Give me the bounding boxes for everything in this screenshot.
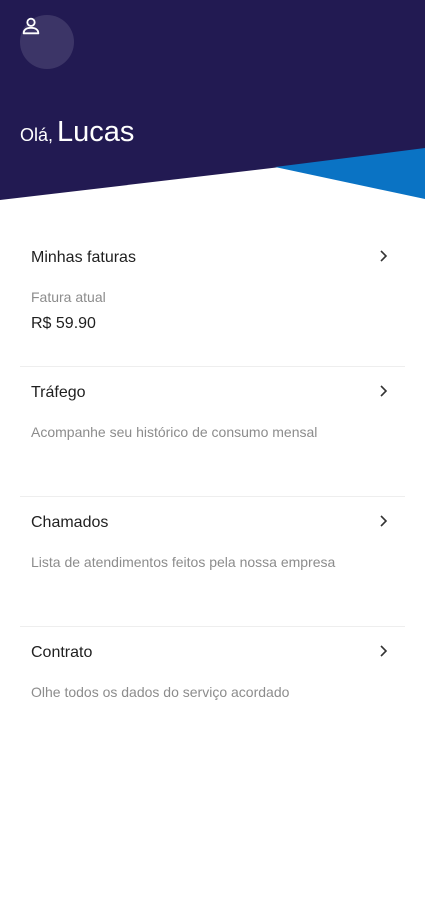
menu-item-trafego[interactable]: Tráfego Acompanhe seu histórico de consu… [20,367,405,497]
menu-item-title: Tráfego [31,384,86,401]
menu-item-subtitle: Olhe todos os dados do serviço acordado [31,684,290,700]
main-menu: Minhas faturas Fatura atual R$ 59.90 Trá… [20,232,405,737]
menu-item-title: Chamados [31,514,109,531]
greeting-text: Olá, [20,125,54,145]
menu-item-title: Minhas faturas [31,249,136,266]
menu-item-subtitle: Fatura atual [31,289,106,305]
chevron-right-icon [380,645,388,657]
menu-item-chamados[interactable]: Chamados Lista de atendimentos feitos pe… [20,497,405,627]
user-icon [22,17,40,35]
greeting: Olá, Lucas [20,116,134,149]
menu-item-subtitle: Acompanhe seu histórico de consumo mensa… [31,424,318,440]
chevron-right-icon [380,250,388,262]
header-banner: Olá, Lucas [0,0,425,205]
menu-item-contrato[interactable]: Contrato Olhe todos os dados do serviço … [20,627,405,737]
app-screen: Olá, Lucas Minhas faturas Fatura atual R$… [0,0,425,900]
chevron-right-icon [380,515,388,527]
menu-item-subtitle: Lista de atendimentos feitos pela nossa … [31,554,336,570]
user-name: Lucas [57,116,135,148]
chevron-right-icon [380,385,388,397]
menu-item-faturas[interactable]: Minhas faturas Fatura atual R$ 59.90 [20,232,405,367]
invoice-amount: R$ 59.90 [31,315,96,332]
profile-button[interactable] [20,15,74,69]
menu-item-title: Contrato [31,644,93,661]
